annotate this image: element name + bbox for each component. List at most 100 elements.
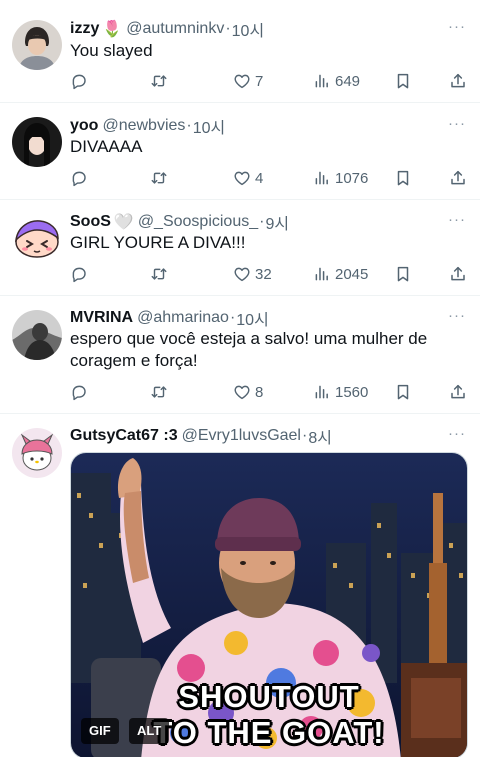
reply-icon (70, 265, 88, 283)
bookmark-button[interactable] (394, 167, 412, 189)
retweet-icon (150, 383, 168, 401)
avatar[interactable] (12, 310, 62, 360)
view-count: 1560 (335, 383, 369, 401)
more-icon[interactable]: ··· (446, 19, 468, 40)
separator-dot: · (225, 20, 231, 37)
views-button[interactable]: 649 (313, 70, 360, 92)
user-handle[interactable]: @autumninkv (126, 20, 224, 38)
white-heart-emoji: 🤍 (113, 214, 134, 231)
user-handle[interactable]: @newbvies (102, 117, 185, 135)
avatar[interactable] (12, 428, 62, 478)
reply-header: SooS 🤍 @_Soospicious_ · 9시 (70, 210, 440, 234)
more-icon[interactable]: ··· (446, 426, 468, 447)
views-button[interactable]: 2045 (313, 263, 368, 285)
action-bar: 4 1076 (70, 167, 470, 189)
avatar[interactable] (12, 214, 62, 264)
gif-caption-line1: SHOUTOUT (178, 679, 360, 714)
view-count: 649 (335, 72, 361, 90)
like-count: 7 (255, 72, 264, 90)
timestamp[interactable]: 10시 (236, 306, 269, 330)
display-name[interactable]: yoo (70, 117, 98, 135)
like-button[interactable]: 32 (233, 263, 272, 285)
heart-icon (233, 72, 251, 90)
views-icon (313, 265, 331, 283)
reply-text: You slayed (70, 41, 153, 60)
share-icon (449, 265, 467, 283)
reply-button[interactable] (70, 381, 88, 403)
retweet-icon (150, 169, 168, 187)
reply-button[interactable] (70, 70, 88, 92)
gif-media[interactable]: SHOUTOUT TO THE GOAT! GIF ALT (70, 452, 468, 757)
more-icon[interactable]: ··· (446, 308, 468, 329)
like-button[interactable]: 8 (233, 381, 263, 403)
user-handle[interactable]: @Evry1luvsGael (182, 427, 301, 445)
display-name[interactable]: SooS (70, 213, 111, 231)
share-button[interactable] (449, 263, 467, 285)
like-count: 32 (255, 265, 272, 283)
action-bar: 32 2045 (70, 263, 470, 285)
timestamp[interactable]: 10시 (193, 114, 226, 138)
bookmark-button[interactable] (394, 263, 412, 285)
user-handle[interactable]: @ahmarinao (137, 309, 229, 327)
reply-icon (70, 383, 88, 401)
views-button[interactable]: 1560 (313, 381, 368, 403)
retweet-button[interactable] (150, 70, 168, 92)
timestamp[interactable]: 10시 (232, 17, 265, 41)
share-button[interactable] (449, 381, 467, 403)
view-count: 2045 (335, 265, 369, 283)
share-button[interactable] (449, 167, 467, 189)
avatar[interactable] (12, 117, 62, 167)
like-button[interactable]: 7 (233, 70, 263, 92)
reply-tweet[interactable]: izzy 🌷 @autumninkv · 10시 ··· You slayed … (0, 0, 480, 103)
share-icon (449, 72, 467, 90)
retweet-button[interactable] (150, 263, 168, 285)
bookmark-icon (394, 383, 412, 401)
separator-dot: · (259, 213, 265, 230)
reply-tweet[interactable]: SooS 🤍 @_Soospicious_ · 9시 ··· GIRL YOUR… (0, 200, 480, 296)
timestamp[interactable]: 9시 (265, 210, 289, 234)
more-icon[interactable]: ··· (446, 212, 468, 233)
reply-header: izzy 🌷 @autumninkv · 10시 (70, 17, 440, 41)
retweet-button[interactable] (150, 381, 168, 403)
views-button[interactable]: 1076 (313, 167, 368, 189)
share-button[interactable] (449, 70, 467, 92)
reply-tweet[interactable]: yoo @newbvies · 10시 ··· DIVAAAA 4 1076 (0, 103, 480, 200)
bookmark-icon (394, 72, 412, 90)
like-button[interactable]: 4 (233, 167, 263, 189)
display-name[interactable]: GutsyCat67 :3 (70, 427, 178, 445)
avatar[interactable] (12, 20, 62, 70)
separator-dot: · (186, 117, 192, 134)
display-name[interactable]: izzy (70, 20, 99, 38)
bookmark-button[interactable] (394, 381, 412, 403)
bookmark-icon (394, 265, 412, 283)
gif-badge[interactable]: GIF (81, 718, 119, 744)
views-icon (313, 383, 331, 401)
views-icon (313, 72, 331, 90)
reply-header: GutsyCat67 :3 @Evry1luvsGael · 8시 (70, 424, 440, 448)
alt-badge[interactable]: ALT (129, 718, 170, 744)
reply-tweet[interactable]: MVRINA @ahmarinao · 10시 ··· espero que v… (0, 296, 480, 414)
reply-button[interactable] (70, 167, 88, 189)
view-count: 1076 (335, 169, 369, 187)
reply-icon (70, 169, 88, 187)
retweet-icon (150, 265, 168, 283)
user-handle[interactable]: @_Soospicious_ (138, 213, 258, 231)
heart-icon (233, 169, 251, 187)
like-count: 4 (255, 169, 264, 187)
separator-dot: · (229, 309, 236, 326)
heart-icon (233, 383, 251, 401)
tulip-emoji: 🌷 (102, 21, 123, 38)
timestamp[interactable]: 8시 (308, 424, 332, 448)
action-bar: 7 649 (70, 70, 470, 92)
action-bar: 8 1560 (70, 381, 470, 403)
share-icon (449, 383, 467, 401)
more-icon[interactable]: ··· (446, 116, 468, 137)
share-icon (449, 169, 467, 187)
display-name[interactable]: MVRINA (70, 309, 133, 327)
retweet-button[interactable] (150, 167, 168, 189)
retweet-icon (150, 72, 168, 90)
views-icon (313, 169, 331, 187)
bookmark-button[interactable] (394, 70, 412, 92)
reply-header: yoo @newbvies · 10시 (70, 114, 440, 138)
reply-button[interactable] (70, 263, 88, 285)
